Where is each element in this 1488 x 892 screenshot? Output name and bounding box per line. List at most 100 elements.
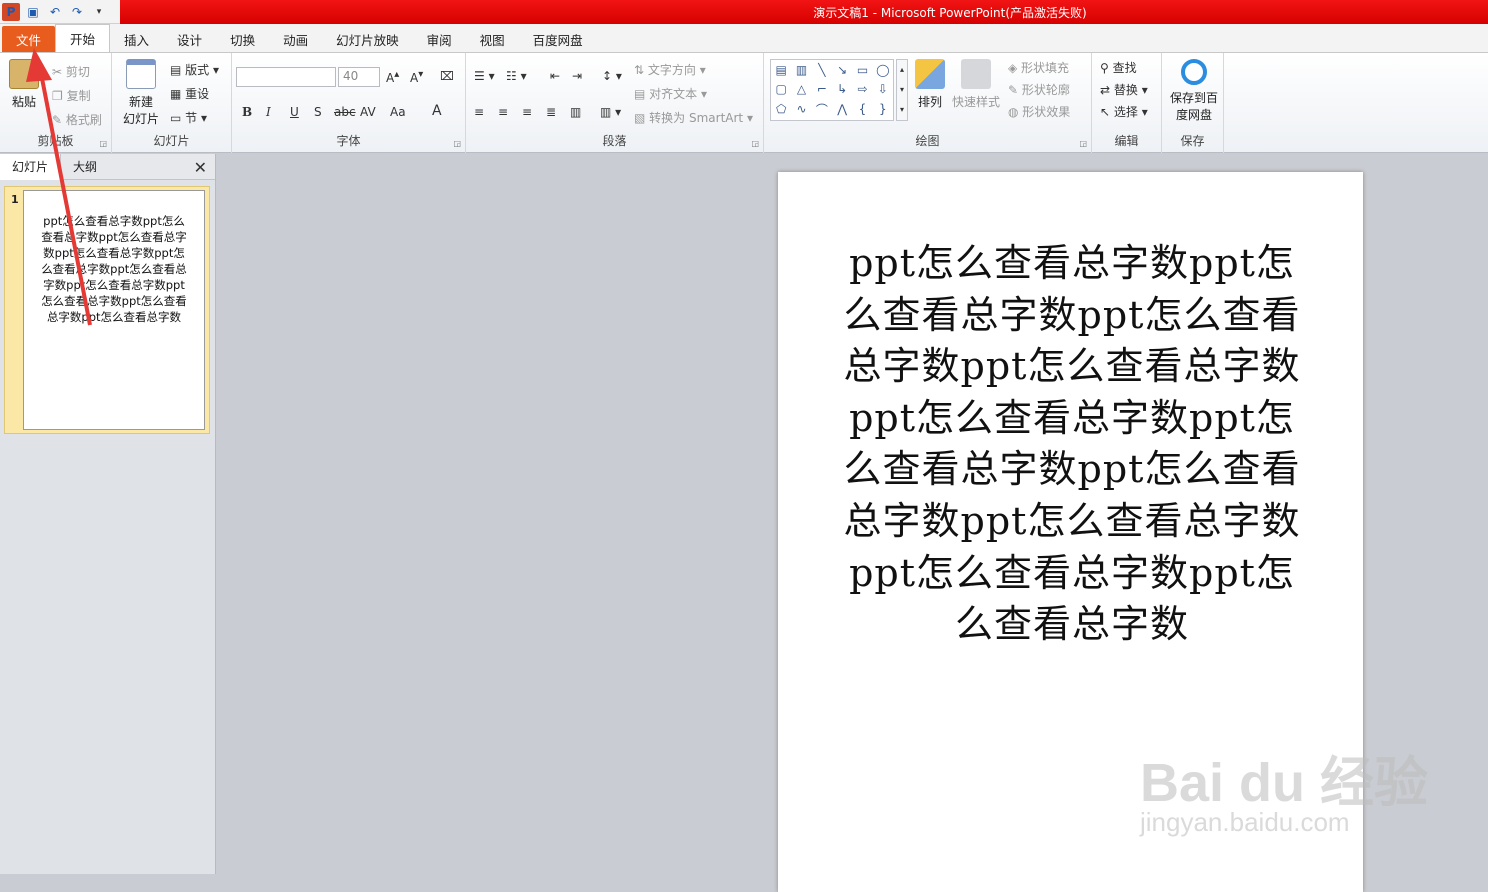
tab-outline[interactable]: 大纲 <box>61 154 109 180</box>
brace-left-icon[interactable]: { <box>859 102 867 116</box>
shapes-scroll-icon[interactable]: ▴ ▾ ▾ <box>896 59 908 121</box>
tab-home[interactable]: 开始 <box>55 24 111 52</box>
rectangle-icon[interactable]: ▭ <box>857 63 868 77</box>
shapes-gallery[interactable]: ▤ ▥ ╲ ↘ ▭ ◯ ▢ △ ⌐ ↳ ⇨ ⇩ ⬠ ∿ ⌒ ⋀ {} <box>770 59 894 121</box>
line-icon[interactable]: ╲ <box>818 63 825 77</box>
line-spacing-icon[interactable]: ↕ ▾ <box>602 69 622 83</box>
arrange-icon <box>915 59 945 89</box>
clipboard-group: 粘贴 ✂ 剪切 ❐ 复制 ✎ 格式刷 剪贴板 ◲ <box>0 53 112 153</box>
format-painter-label: 格式刷 <box>65 113 102 127</box>
strikethrough-icon[interactable]: abc <box>334 105 356 119</box>
shrink-font-icon[interactable]: A▾ <box>410 69 423 85</box>
cursor-icon: ↖ <box>1100 105 1114 119</box>
drawing-dialog-launcher-icon[interactable]: ◲ <box>1079 139 1087 148</box>
right-arrow-icon[interactable]: ⇨ <box>857 82 867 96</box>
smartart-button[interactable]: ▧ 转换为 SmartArt ▾ <box>634 109 753 126</box>
text-direction-icon: ⇅ <box>634 63 648 77</box>
shape-outline-button[interactable]: ✎ 形状轮廓 <box>1008 81 1070 98</box>
shape-fill-button[interactable]: ◈ 形状填充 <box>1008 59 1069 76</box>
down-arrow-icon[interactable]: ⇩ <box>878 82 888 96</box>
grow-font-icon[interactable]: A▴ <box>386 69 399 85</box>
save-baidu-label-2: 度网盘 <box>1175 108 1212 122</box>
new-slide-label-2: 幻灯片 <box>122 112 159 126</box>
align-center-icon[interactable]: ≡ <box>498 105 508 119</box>
decrease-indent-icon[interactable]: ⇤ <box>550 69 560 83</box>
zigzag-icon[interactable]: ⋀ <box>837 102 847 116</box>
slide-thumbnail[interactable]: ppt怎么查看总字数ppt怎么查看总字数ppt怎么查看总字数ppt怎么查看总字数… <box>23 190 205 430</box>
tab-animations[interactable]: 动画 <box>269 26 322 52</box>
tab-slides[interactable]: 幻灯片 <box>0 153 62 180</box>
rounded-rect-icon[interactable]: ▢ <box>775 82 786 96</box>
save-icon[interactable]: ▣ <box>24 3 42 21</box>
tab-review[interactable]: 审阅 <box>413 26 466 52</box>
select-button[interactable]: ↖ 选择 ▾ <box>1100 103 1148 120</box>
format-painter-button[interactable]: ✎ 格式刷 <box>52 111 102 128</box>
columns-icon[interactable]: ▥ ▾ <box>600 105 621 119</box>
align-left-icon[interactable]: ≡ <box>474 105 484 119</box>
char-spacing-icon[interactable]: AV <box>360 105 376 119</box>
distributed-icon[interactable]: ▥ <box>570 105 581 119</box>
tab-insert[interactable]: 插入 <box>110 26 163 52</box>
shadow-icon[interactable]: S <box>314 105 322 119</box>
customize-qat-icon[interactable]: ▾ <box>90 3 108 21</box>
slide-textbox[interactable]: ppt怎么查看总字数ppt怎么查看总字数ppt怎么查看总字数ppt怎么查看总字数… <box>834 238 1310 651</box>
tab-transitions[interactable]: 切换 <box>216 26 269 52</box>
undo-icon[interactable]: ↶ <box>46 3 64 21</box>
brush-icon: ✎ <box>52 113 66 127</box>
close-pane-icon[interactable]: ✕ <box>194 158 207 177</box>
bullets-icon[interactable]: ☰ ▾ <box>474 69 495 83</box>
triangle-icon[interactable]: △ <box>797 82 806 96</box>
freeform-icon[interactable]: ⬠ <box>776 102 786 116</box>
tab-design[interactable]: 设计 <box>163 26 216 52</box>
slide-thumbnail-selected[interactable]: 1 ppt怎么查看总字数ppt怎么查看总字数ppt怎么查看总字数ppt怎么查看总… <box>4 186 210 434</box>
editing-group-label: 编辑 <box>1114 134 1139 148</box>
cut-button[interactable]: ✂ 剪切 <box>52 63 90 80</box>
shape-effects-button[interactable]: ◍ 形状效果 <box>1008 103 1070 120</box>
align-right-icon[interactable]: ≡ <box>522 105 532 119</box>
save-to-baidu-button[interactable]: 保存到百 度网盘 <box>1166 59 1222 123</box>
cut-label: 剪切 <box>65 65 90 79</box>
powerpoint-app-icon[interactable]: P <box>2 3 20 21</box>
clear-format-icon[interactable]: ⌧ <box>440 69 454 83</box>
italic-icon[interactable]: I <box>266 105 271 119</box>
numbering-icon[interactable]: ☷ ▾ <box>506 69 527 83</box>
text-direction-button[interactable]: ⇅ 文字方向 ▾ <box>634 61 706 78</box>
paste-button[interactable]: 粘贴 <box>6 59 42 110</box>
layout-button[interactable]: ▤ 版式 ▾ <box>170 61 219 78</box>
replace-button[interactable]: ⇄ 替换 ▾ <box>1100 81 1148 98</box>
arrow-line-icon[interactable]: ↘ <box>837 63 847 77</box>
paragraph-dialog-launcher-icon[interactable]: ◲ <box>751 139 759 148</box>
reset-button[interactable]: ▦ 重设 <box>170 85 209 102</box>
brace-right-icon[interactable]: } <box>879 102 887 116</box>
bold-icon[interactable]: B <box>242 105 252 119</box>
font-color-icon[interactable]: A <box>432 103 442 119</box>
increase-indent-icon[interactable]: ⇥ <box>572 69 582 83</box>
quick-styles-button[interactable]: 快速样式 <box>950 59 1002 110</box>
redo-icon[interactable]: ↷ <box>68 3 86 21</box>
curve-icon[interactable]: ⌒ <box>816 101 828 118</box>
section-button[interactable]: ▭ 节 ▾ <box>170 109 207 126</box>
font-dialog-launcher-icon[interactable]: ◲ <box>453 139 461 148</box>
tab-slideshow[interactable]: 幻灯片放映 <box>322 26 413 52</box>
font-size-input[interactable]: 40 <box>338 67 380 87</box>
arrange-button[interactable]: 排列 <box>912 59 948 110</box>
new-slide-button[interactable]: 新建 幻灯片 <box>116 59 166 127</box>
scribble-icon[interactable]: ∿ <box>796 102 806 116</box>
find-button[interactable]: ⚲ 查找 <box>1100 59 1137 76</box>
tab-file[interactable]: 文件 <box>2 26 56 52</box>
vertical-textbox-icon[interactable]: ▥ <box>796 63 807 77</box>
connector-icon[interactable]: ⌐ <box>817 82 827 96</box>
elbow-connector-icon[interactable]: ↳ <box>837 82 847 96</box>
justify-icon[interactable]: ≣ <box>546 105 556 119</box>
align-text-button[interactable]: ▤ 对齐文本 ▾ <box>634 85 707 102</box>
tab-baidu-netdisk[interactable]: 百度网盘 <box>519 26 597 52</box>
oval-icon[interactable]: ◯ <box>876 63 889 77</box>
copy-button[interactable]: ❐ 复制 <box>52 87 91 104</box>
underline-icon[interactable]: U <box>290 105 299 119</box>
new-slide-icon <box>126 59 156 89</box>
dialog-launcher-icon[interactable]: ◲ <box>99 139 107 148</box>
change-case-icon[interactable]: Aa <box>390 105 406 119</box>
font-name-input[interactable] <box>236 67 336 87</box>
tab-view[interactable]: 视图 <box>466 26 519 52</box>
textbox-icon[interactable]: ▤ <box>775 63 786 77</box>
